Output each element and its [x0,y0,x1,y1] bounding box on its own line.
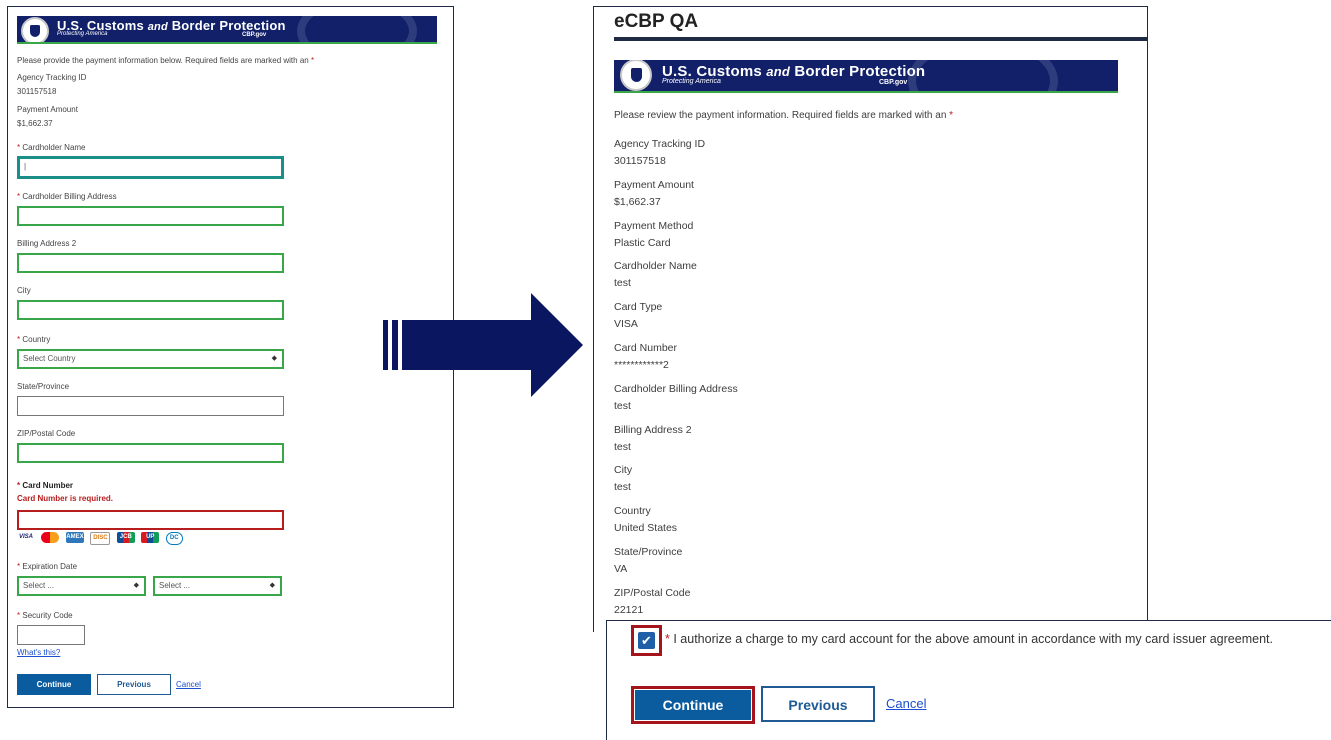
review-field-value: test [614,481,631,494]
review-field-label: Card Number [614,342,678,354]
right-arrow-icon [383,293,583,397]
form-instructions: Please provide the payment information b… [17,56,315,65]
dhs-seal-icon [21,17,49,42]
authorize-checkbox[interactable]: ✔ [638,632,655,649]
card-brand-logos: VISA MC AMEX DISC JCB UP DC [17,532,185,545]
select-caret-icon: ◆ [269,582,275,589]
country-selected-value: Select Country [23,354,76,363]
review-field-label: City [614,464,633,477]
agency-site: CBP.gov [242,32,267,38]
review-field-label: Country [614,505,651,518]
cardholder-name-input[interactable]: | [17,156,284,179]
checkmark-icon: ✔ [641,633,652,648]
banner-swoosh [297,16,417,42]
zip-input[interactable] [17,443,284,463]
agency-tracking-label: Agency Tracking ID [17,73,87,82]
diners-logo-icon: DC [165,532,183,545]
cbp-banner: U.S. Customs and Border Protection Prote… [17,16,437,44]
review-field-value: VISA [614,318,638,331]
exp-month-value: Select ... [23,581,55,590]
previous-button[interactable]: Previous [97,674,171,695]
card-number-label: * Card Number [17,481,74,490]
exp-month-select[interactable]: Select ... ◆ [17,576,146,596]
banner-swoosh [908,60,1058,91]
review-field-label: Billing Address 2 [614,423,692,436]
review-field-value: ************2 [614,359,669,371]
expiration-label: * Expiration Date [17,562,78,571]
exp-year-select[interactable]: Select ... ◆ [153,576,282,596]
whats-this-link[interactable]: What's this? [17,648,60,657]
billing-address2-label: Billing Address 2 [17,239,77,248]
review-field-value: United States [614,522,678,535]
agency-tagline: Protecting America [57,31,108,37]
security-code-label: * Security Code [17,611,73,620]
agency-site: CBP.gov [879,79,908,86]
agency-tracking-value: 301157518 [17,87,57,96]
discover-logo-icon: DISC [90,532,111,545]
select-caret-icon: ◆ [271,355,277,362]
review-field-label: Cardholder Name [614,260,697,273]
country-select[interactable]: Select Country ◆ [17,349,284,369]
select-caret-icon: ◆ [133,582,139,589]
review-cancel-link[interactable]: Cancel [886,696,926,711]
authorization-panel: ✔ * I authorize a charge to my card acco… [606,620,1331,740]
amex-logo-icon: AMEX [65,532,84,543]
review-field-value: test [614,399,631,412]
jcb-logo-icon: JCB [116,532,135,543]
review-field-value: $1,662.37 [614,195,661,208]
agency-tagline: Protecting America [662,78,721,85]
dhs-seal-icon [620,60,652,91]
review-field-label: Cardholder Billing Address [614,382,738,395]
continue-button-highlight: Continue [631,686,755,724]
card-number-error: Card Number is required. [17,494,114,503]
billing-address2-input[interactable] [17,253,284,273]
cardholder-name-label: * Cardholder Name [17,143,86,152]
review-field-value: VA [614,563,628,575]
review-field-label: Payment Amount [614,178,694,191]
review-field-label: Payment Method [614,219,694,232]
mastercard-logo-icon: MC [41,532,60,543]
unionpay-logo-icon: UP [141,532,160,543]
review-field-value: test [614,277,631,290]
country-label: * Country [17,335,51,344]
authorize-checkbox-highlight: ✔ [631,625,662,656]
review-field-value: test [614,440,631,453]
city-label: City [17,286,31,295]
review-field-label: State/Province [614,546,683,558]
cbp-banner: U.S. Customs and Border Protection Prote… [614,60,1118,93]
state-label: State/Province [17,382,70,391]
cancel-link[interactable]: Cancel [176,680,201,689]
payment-amount-label: Payment Amount [17,105,78,114]
city-input[interactable] [17,300,284,320]
card-number-input[interactable] [17,510,284,530]
review-field-label: ZIP/Postal Code [614,586,691,599]
zip-label: ZIP/Postal Code [17,429,76,438]
billing-address-input[interactable] [17,206,284,226]
review-field-value: 22121 [614,603,644,616]
review-field-value: Plastic Card [614,236,671,249]
continue-button[interactable]: Continue [17,674,91,695]
authorize-statement: * I authorize a charge to my card accoun… [665,632,1273,646]
review-panel: eCBP QA U.S. Customs and Border Protecti… [593,6,1148,632]
review-field-value: 301157518 [614,155,666,167]
title-divider [614,37,1148,41]
review-field-label: Agency Tracking ID [614,138,706,150]
page-title: eCBP QA [614,11,699,32]
review-continue-button[interactable]: Continue [635,690,751,720]
review-field-label: Card Type [614,301,663,314]
security-code-input[interactable] [17,625,85,645]
state-input[interactable] [17,396,284,416]
review-instructions: Please review the payment information. R… [614,110,954,121]
review-previous-button[interactable]: Previous [761,686,875,722]
payment-amount-value: $1,662.37 [17,119,53,128]
billing-address-label: * Cardholder Billing Address [17,192,117,201]
visa-logo-icon: VISA [18,534,33,540]
exp-year-value: Select ... [159,581,191,590]
